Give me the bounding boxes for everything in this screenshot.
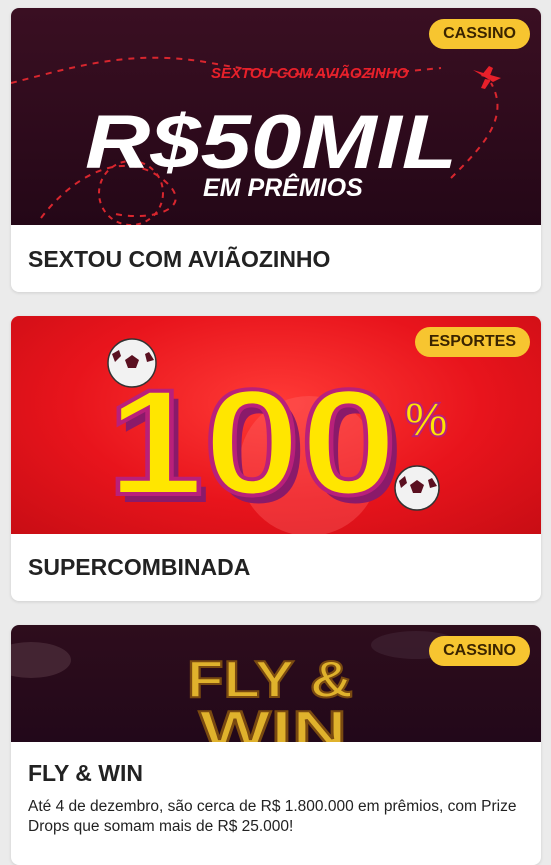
banner-tagline: SEXTOU COM AVIÃOZINHO <box>211 64 409 82</box>
cloud-shape <box>11 642 71 678</box>
promo-card-sextou[interactable]: SEXTOU COM AVIÃOZINHO R$50MIL EM PRÊMIOS… <box>11 8 541 292</box>
soccer-ball-icon <box>394 465 440 511</box>
promo-description: Até 4 de dezembro, são cerca de R$ 1.800… <box>28 798 517 835</box>
promo-banner-fly-win[interactable]: FLY & WIN CASSINO <box>11 625 541 742</box>
banner-subheadline: EM PRÊMIOS <box>203 172 363 202</box>
soccer-ball-icon <box>107 338 157 388</box>
promo-title: SEXTOU COM AVIÃOZINHO <box>28 246 331 272</box>
category-badge-esportes: ESPORTES <box>414 327 530 357</box>
promo-banner-sextou[interactable]: SEXTOU COM AVIÃOZINHO R$50MIL EM PRÊMIOS… <box>11 8 541 225</box>
banner-headline: 100 <box>107 358 397 526</box>
category-badge-cassino: CASSINO <box>429 636 530 666</box>
promo-card-supercombinada[interactable]: 100 100 % ESPORTES SUPERCOMBINADA <box>11 316 541 601</box>
promo-banner-supercombinada[interactable]: 100 100 % ESPORTES <box>11 316 541 534</box>
banner-percent: % <box>405 394 448 447</box>
airplane-icon <box>473 66 501 89</box>
banner-logo-line2: WIN <box>199 701 347 742</box>
dashed-flight-path-right <box>450 82 499 179</box>
promo-card-fly-win[interactable]: FLY & WIN CASSINO FLY & WIN Até 4 de dez… <box>11 625 541 865</box>
banner-headline: R$50MIL <box>85 100 457 185</box>
category-badge-cassino: CASSINO <box>429 19 530 49</box>
promo-title: SUPERCOMBINADA <box>28 554 251 580</box>
promo-title: FLY & WIN <box>28 760 144 786</box>
